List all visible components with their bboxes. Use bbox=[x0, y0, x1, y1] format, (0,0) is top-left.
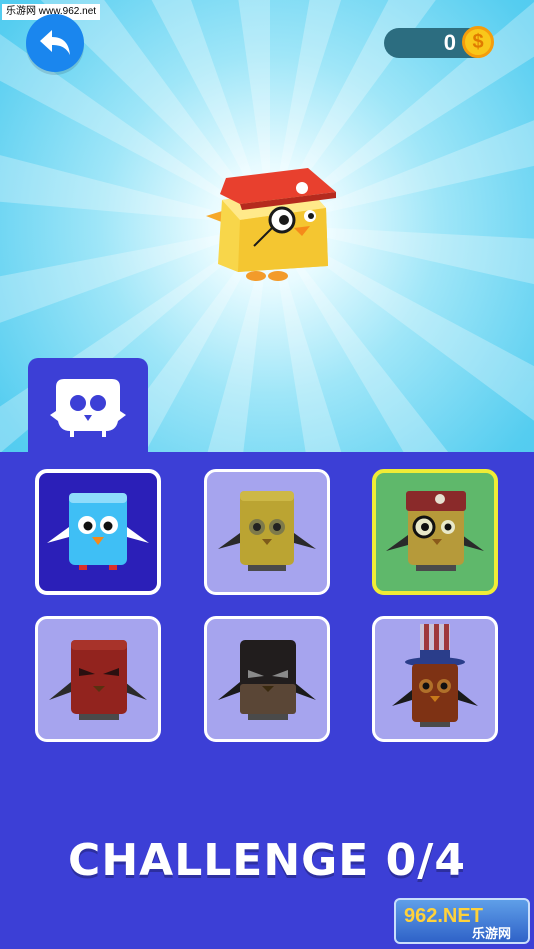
skin-card-uncle-sam-bird-locked[interactable] bbox=[372, 616, 498, 742]
back-button[interactable] bbox=[26, 14, 84, 72]
coin-icon: $ bbox=[462, 26, 494, 58]
skin-card-blue-bird[interactable] bbox=[35, 469, 161, 595]
skin-card-pirate-bird[interactable] bbox=[372, 469, 498, 595]
blue-bird-image bbox=[47, 493, 149, 570]
skin-card-yellow-bird-locked[interactable] bbox=[204, 469, 330, 595]
site-logo-mark: 962.NET 乐游网 bbox=[404, 905, 511, 942]
black-bird-image bbox=[218, 640, 316, 720]
skin-card-black-bird-locked[interactable] bbox=[204, 616, 330, 742]
coin-count: 0 bbox=[443, 30, 456, 55]
skin-card-red-angry-bird-locked[interactable] bbox=[35, 616, 161, 742]
tab-skins[interactable] bbox=[28, 358, 148, 454]
uncle-sam-bird-image bbox=[392, 624, 478, 727]
site-logo-bottom: 乐游网 bbox=[472, 926, 511, 942]
pirate-bird-image bbox=[386, 491, 484, 571]
yellow-bird-image bbox=[218, 491, 316, 571]
featured-bird-image bbox=[206, 168, 336, 281]
site-logo: 962.NET 乐游网 bbox=[394, 898, 530, 944]
skin-mask-icon bbox=[50, 379, 126, 437]
site-logo-top: 962.NET bbox=[404, 905, 483, 927]
red-angry-bird-image bbox=[49, 640, 147, 720]
back-arrow-icon bbox=[40, 30, 70, 55]
challenge-progress: CHALLENGE 0/4 bbox=[68, 835, 466, 886]
coin-symbol: $ bbox=[472, 30, 484, 53]
